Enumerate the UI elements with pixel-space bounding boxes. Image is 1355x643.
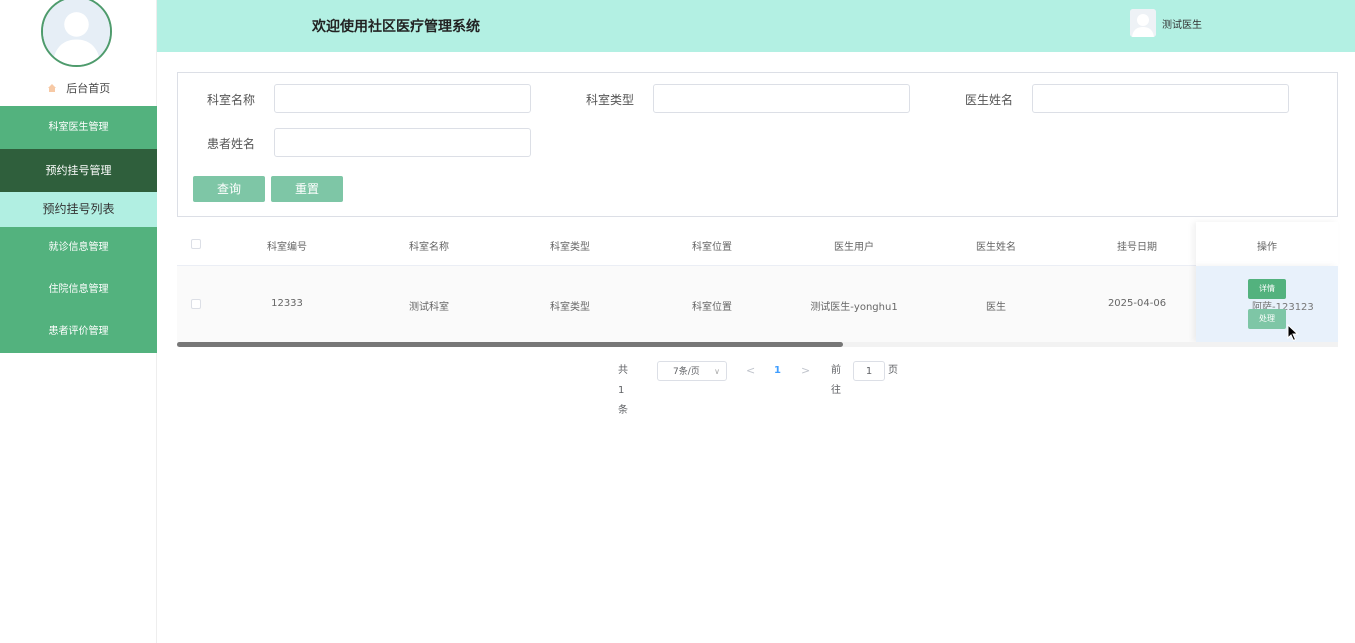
sidebar-item-hospitalization[interactable]: 住院信息管理 <box>0 269 157 311</box>
sidebar-item-label: 住院信息管理 <box>48 284 109 295</box>
operations-header: 操作 <box>1196 222 1338 266</box>
column-header: 操作 <box>1257 242 1277 253</box>
doctor-name-input[interactable] <box>1032 84 1289 113</box>
user-name: 测试医生 <box>1162 19 1202 31</box>
column-header: 科室编号 <box>267 242 307 253</box>
column-header: 科室位置 <box>692 242 732 253</box>
column-header: 科室类型 <box>550 242 590 253</box>
page-title: 欢迎使用社区医疗管理系统 <box>312 19 480 35</box>
search-panel: 科室名称 科室类型 医生姓名 患者姓名 查询 重置 <box>177 72 1338 217</box>
sidebar-item-label: 就诊信息管理 <box>48 242 109 253</box>
department-name-input[interactable] <box>274 84 531 113</box>
department-type-label: 科室类型 <box>586 93 635 107</box>
prev-page-button[interactable]: < <box>746 361 755 381</box>
sidebar-subitem-appointment-list[interactable]: 预约挂号列表 <box>0 192 157 227</box>
table-cell: 测试医生-yonghu1 <box>810 302 898 313</box>
row-checkbox[interactable] <box>191 299 201 309</box>
user-avatar <box>1130 9 1156 37</box>
table-cell: 测试科室 <box>409 302 449 313</box>
sidebar-item-label: 科室医生管理 <box>48 122 109 133</box>
avatar <box>41 0 112 67</box>
page-size-value: 7条/页 <box>673 367 700 377</box>
department-type-input[interactable] <box>653 84 910 113</box>
doctor-name-label: 医生姓名 <box>965 93 1014 107</box>
chevron-down-icon: ∨ <box>714 367 720 376</box>
table-cell: 医生 <box>986 302 1006 313</box>
sidebar-item-visit[interactable]: 就诊信息管理 <box>0 227 157 269</box>
header: 欢迎使用社区医疗管理系统 测试医生 <box>157 0 1355 52</box>
sidebar-item-label: 预约挂号管理 <box>45 164 112 177</box>
sidebar-item-review[interactable]: 患者评价管理 <box>0 311 157 353</box>
data-table: 科室编号 科室名称 科室类型 科室位置 医生用户 医生姓名 挂号日期 12333… <box>177 222 1338 347</box>
patient-name-input[interactable] <box>274 128 531 157</box>
patient-name-label: 患者姓名 <box>207 137 256 151</box>
mouse-cursor-icon <box>1287 324 1299 342</box>
avatar-icon <box>43 0 110 65</box>
sidebar-menu: 科室医生管理 预约挂号管理 预约挂号列表 就诊信息管理 住院信息管理 患者评价管… <box>0 106 157 353</box>
column-header: 科室名称 <box>409 242 449 253</box>
home-icon <box>47 84 56 92</box>
table-cell: 2025-04-06 <box>1107 298 1167 309</box>
sidebar-item-label: 预约挂号列表 <box>42 202 115 216</box>
reset-button[interactable]: 重置 <box>271 176 343 202</box>
page-number-current[interactable]: 1 <box>774 361 781 381</box>
column-header: 挂号日期 <box>1117 242 1157 253</box>
next-page-button[interactable]: > <box>801 361 810 381</box>
table-header: 科室编号 科室名称 科室类型 科室位置 医生用户 医生姓名 挂号日期 <box>177 222 1338 266</box>
sidebar: 后台首页 科室医生管理 预约挂号管理 预约挂号列表 就诊信息管理 住院信息管理 … <box>0 0 157 643</box>
table-cell: 科室位置 <box>692 302 732 313</box>
horizontal-scrollbar-thumb[interactable] <box>177 342 843 347</box>
table-cell: 科室类型 <box>550 302 590 313</box>
user-menu[interactable]: 测试医生 <box>1130 9 1202 37</box>
table-row[interactable]: 12333 测试科室 科室类型 科室位置 测试医生-yonghu1 医生 202… <box>177 266 1338 342</box>
user-avatar-icon <box>1130 9 1156 37</box>
select-all-checkbox[interactable] <box>191 239 201 249</box>
goto-suffix: 页 <box>888 365 898 376</box>
sidebar-item-department-doctor[interactable]: 科室医生管理 <box>0 106 157 149</box>
table-cell: 12333 <box>271 298 303 309</box>
sidebar-home-link[interactable]: 后台首页 <box>0 80 157 96</box>
sidebar-item-label: 患者评价管理 <box>48 326 109 337</box>
page-size-select[interactable]: 7条/页 ∨ <box>657 361 727 381</box>
goto-label: 前往 <box>831 365 841 396</box>
column-header: 医生用户 <box>834 242 874 253</box>
pagination-total: 共 1 条 <box>618 365 628 416</box>
query-button[interactable]: 查询 <box>193 176 265 202</box>
column-header: 医生姓名 <box>976 242 1016 253</box>
goto-page-input[interactable]: 1 <box>853 361 885 381</box>
sidebar-home-label: 后台首页 <box>66 82 111 95</box>
operations-column: 操作 阿萨-123123 详情 处理 <box>1196 222 1338 342</box>
handle-button[interactable]: 处理 <box>1248 309 1286 329</box>
detail-button[interactable]: 详情 <box>1248 279 1286 299</box>
sidebar-item-appointment[interactable]: 预约挂号管理 <box>0 149 157 192</box>
operations-cell: 阿萨-123123 详情 处理 <box>1196 266 1338 342</box>
department-name-label: 科室名称 <box>207 93 256 107</box>
